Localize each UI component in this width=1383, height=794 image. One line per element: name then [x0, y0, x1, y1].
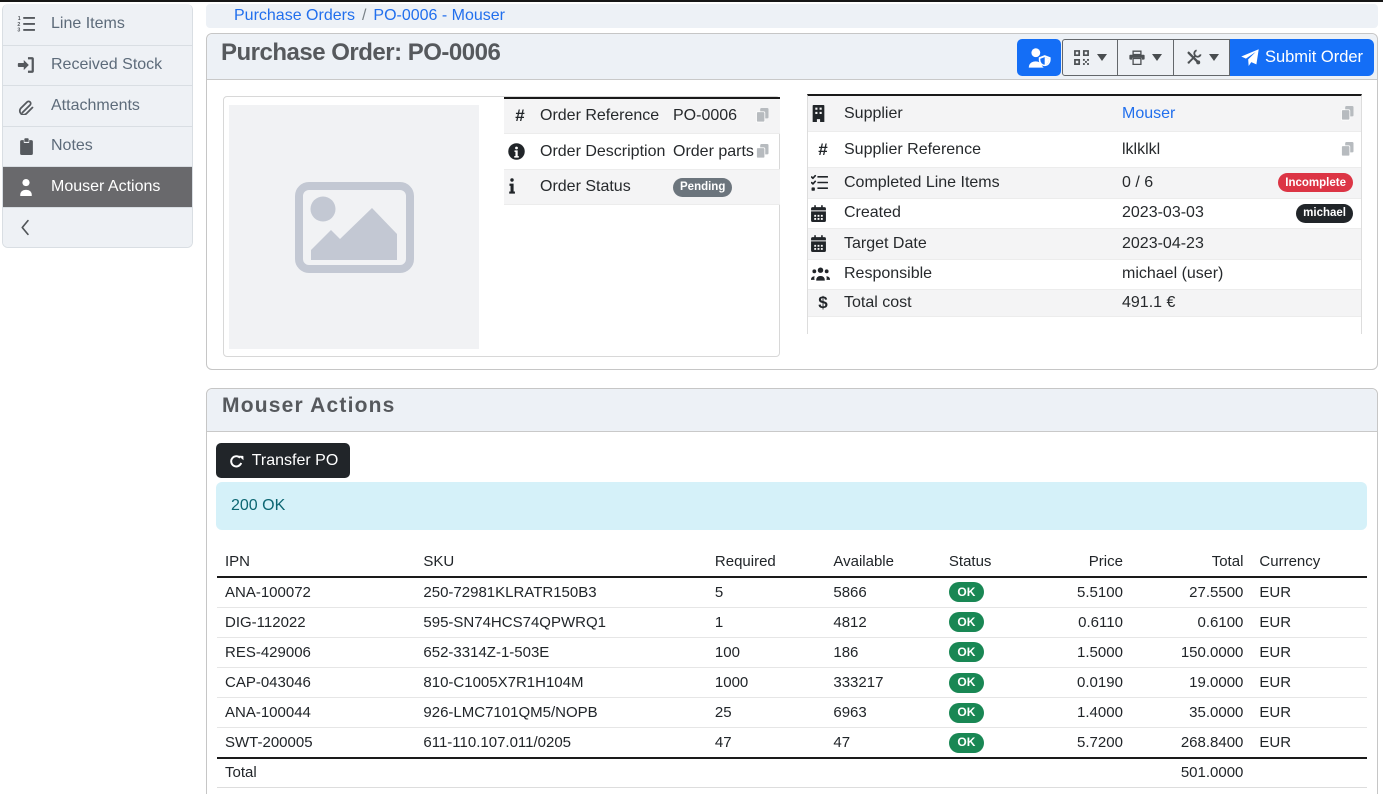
svg-text:3: 3: [17, 28, 20, 33]
svg-text:2: 2: [17, 22, 20, 28]
svg-text:1: 1: [18, 16, 21, 22]
